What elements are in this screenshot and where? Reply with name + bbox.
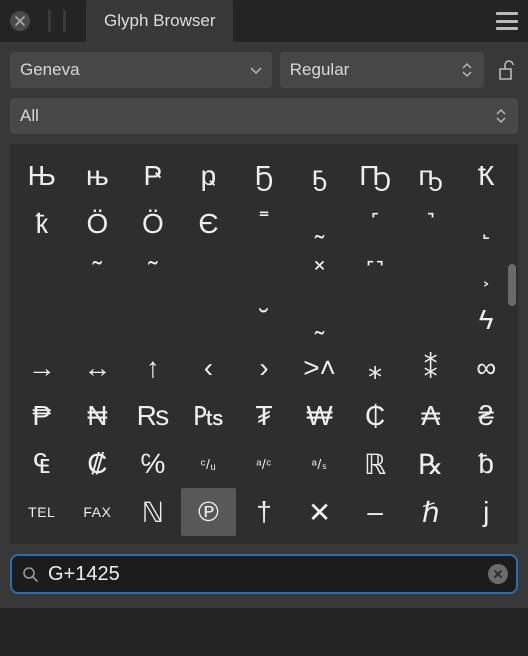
close-icon <box>15 16 25 26</box>
panel-footer <box>0 608 528 656</box>
clear-search-button[interactable] <box>488 564 508 584</box>
glyph-cell[interactable]: FAX <box>70 488 126 536</box>
glyph-cell[interactable]: ℏ <box>403 488 459 536</box>
glyph-cell[interactable]: ℞ <box>403 440 459 488</box>
glyph-cell[interactable] <box>347 296 403 344</box>
glyph-cell[interactable] <box>181 248 237 296</box>
chevron-updown-icon <box>494 107 508 125</box>
chevron-updown-icon <box>460 61 474 79</box>
titlebar: Glyph Browser <box>0 0 528 42</box>
glyph-grid-container: ЊњҎҏҔҕҦҧҞҟӦӦЄ˭˷˹˺˻˜˜˟˹˺˲˘˷ϟ→↔↑‹›˃˄⁎⁑∞₱₦₨… <box>10 144 518 544</box>
glyph-cell[interactable]: Ӧ <box>125 200 181 248</box>
glyph-cell[interactable]: ₦ <box>70 392 126 440</box>
glyph-cell[interactable]: ˃˄ <box>292 344 348 392</box>
glyph-cell[interactable]: Ӧ <box>70 200 126 248</box>
glyph-cell[interactable]: ↔ <box>70 344 126 392</box>
glyph-cell[interactable]: – <box>347 488 403 536</box>
glyph-cell[interactable]: Ҕ <box>236 152 292 200</box>
glyph-cell[interactable]: ℅ <box>125 440 181 488</box>
glyph-cell[interactable]: ₠ <box>14 440 70 488</box>
glyph-cell[interactable]: → <box>14 344 70 392</box>
glyph-cell[interactable] <box>403 248 459 296</box>
glyph-cell[interactable]: › <box>236 344 292 392</box>
glyph-cell[interactable]: ˷ <box>292 296 348 344</box>
category-select[interactable]: All <box>10 98 518 134</box>
glyph-cell[interactable]: ₩ <box>292 392 348 440</box>
panel-body: Geneva Regular All <box>0 42 528 608</box>
glyph-cell[interactable]: ᶜ/ᵤ <box>181 440 237 488</box>
glyph-cell[interactable]: Ҧ <box>347 152 403 200</box>
glyph-cell[interactable]: ˜ <box>70 248 126 296</box>
glyph-cell[interactable]: ₮ <box>236 392 292 440</box>
unlock-icon <box>496 59 514 81</box>
glyph-cell[interactable] <box>14 248 70 296</box>
divider <box>48 10 51 32</box>
style-select[interactable]: Regular <box>280 52 484 88</box>
glyph-cell[interactable]: ˹˺ <box>347 248 403 296</box>
glyph-cell[interactable]: ˷ <box>292 200 348 248</box>
panel-title: Glyph Browser <box>86 0 233 42</box>
glyph-cell[interactable]: ҕ <box>292 152 348 200</box>
glyph-cell[interactable]: ⁎ <box>347 344 403 392</box>
glyph-cell[interactable]: Њ <box>14 152 70 200</box>
close-icon <box>493 569 503 579</box>
glyph-cell[interactable]: ˜ <box>125 248 181 296</box>
glyph-cell[interactable] <box>236 248 292 296</box>
menu-button[interactable] <box>496 12 518 30</box>
glyph-cell[interactable]: ⁑ <box>403 344 459 392</box>
glyph-cell[interactable]: ℝ <box>347 440 403 488</box>
glyph-cell[interactable]: Є <box>181 200 237 248</box>
glyph-cell[interactable]: † <box>236 488 292 536</box>
glyph-cell[interactable]: ₨ <box>125 392 181 440</box>
glyph-cell[interactable]: TEL <box>14 488 70 536</box>
scrollbar[interactable] <box>506 144 518 544</box>
glyph-cell[interactable]: ҟ <box>14 200 70 248</box>
glyph-cell[interactable]: ↑ <box>125 344 181 392</box>
close-button[interactable] <box>10 11 30 31</box>
glyph-cell[interactable] <box>14 296 70 344</box>
glyph-cell[interactable]: ‹ <box>181 344 237 392</box>
glyph-cell[interactable]: Ҏ <box>125 152 181 200</box>
search-field[interactable] <box>10 554 518 594</box>
category-select-value: All <box>20 106 494 126</box>
glyph-cell[interactable]: ₡ <box>70 440 126 488</box>
divider <box>63 10 66 32</box>
glyph-cell[interactable]: ₧ <box>181 392 237 440</box>
glyph-cell[interactable]: ˘ <box>236 296 292 344</box>
glyph-cell[interactable]: њ <box>70 152 126 200</box>
glyph-cell[interactable]: ҏ <box>181 152 237 200</box>
glyph-grid[interactable]: ЊњҎҏҔҕҦҧҞҟӦӦЄ˭˷˹˺˻˜˜˟˹˺˲˘˷ϟ→↔↑‹›˃˄⁎⁑∞₱₦₨… <box>10 144 518 544</box>
search-icon <box>22 566 38 582</box>
glyph-cell[interactable]: ₳ <box>403 392 459 440</box>
glyph-cell[interactable]: ✕ <box>292 488 348 536</box>
glyph-cell[interactable]: ℗ <box>181 488 237 536</box>
glyph-cell[interactable]: ₱ <box>14 392 70 440</box>
glyph-cell[interactable]: ҧ <box>403 152 459 200</box>
glyph-cell[interactable]: ℕ <box>125 488 181 536</box>
glyph-cell[interactable]: ˭ <box>236 200 292 248</box>
font-select-value: Geneva <box>20 60 250 80</box>
scrollbar-thumb[interactable] <box>508 264 516 306</box>
glyph-cell[interactable]: ᵃ/ᶜ <box>236 440 292 488</box>
lock-button[interactable] <box>492 52 518 88</box>
glyph-cell[interactable] <box>181 296 237 344</box>
glyph-cell[interactable]: ˟ <box>292 248 348 296</box>
chevron-down-icon <box>250 60 262 80</box>
search-input[interactable] <box>48 563 478 586</box>
glyph-browser-panel: Glyph Browser Geneva Regular <box>0 0 528 656</box>
glyph-cell[interactable] <box>70 296 126 344</box>
font-select[interactable]: Geneva <box>10 52 272 88</box>
style-select-value: Regular <box>290 60 460 80</box>
glyph-cell[interactable] <box>125 296 181 344</box>
glyph-cell[interactable]: ˺ <box>403 200 459 248</box>
glyph-cell[interactable]: ₵ <box>347 392 403 440</box>
glyph-cell[interactable]: ˹ <box>347 200 403 248</box>
glyph-cell[interactable] <box>403 296 459 344</box>
glyph-cell[interactable]: ᵃ/ₛ <box>292 440 348 488</box>
